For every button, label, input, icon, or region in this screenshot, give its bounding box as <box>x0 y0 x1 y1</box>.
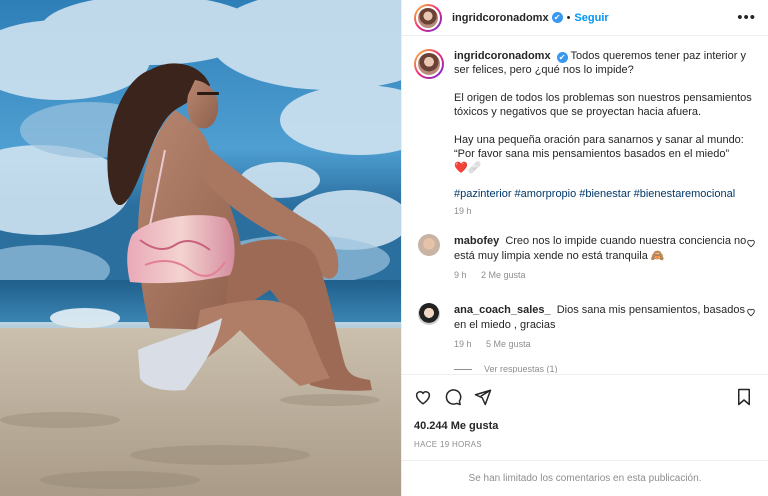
caption-username[interactable]: ingridcoronadomx <box>454 50 551 62</box>
post-photo[interactable] <box>0 0 401 496</box>
follow-button[interactable]: Seguir <box>574 12 608 24</box>
comments-scroll-area[interactable]: ingridcoronadomx ✔ Todos queremos tener … <box>402 37 768 373</box>
verified-badge-icon: ✔ <box>551 12 563 23</box>
caption-text: ingridcoronadomx ✔ Todos queremos tener … <box>454 49 754 218</box>
bookmark-save-icon[interactable] <box>736 388 752 406</box>
hashtag-link[interactable]: #bienestar <box>579 188 630 200</box>
instagram-post-view: ingridcoronadomx ✔ • Seguir ••• ingridco… <box>0 0 768 496</box>
post-actions: 40.244 Me gusta HACE 19 HORAS <box>402 374 768 449</box>
author-avatar[interactable] <box>414 3 442 32</box>
caption-time[interactable]: 19 h <box>454 204 754 218</box>
caption-paragraph-3b: “Por favor sana mis pensamientos basados… <box>454 148 730 160</box>
heart-outline-icon[interactable] <box>746 307 756 317</box>
caption-hashtags: #pazinterior #amorpropio #bienestar #bienes… <box>454 187 754 201</box>
comment-likes[interactable]: 2 Me gusta <box>481 270 526 280</box>
post-side-panel: ingridcoronadomx ✔ • Seguir ••• ingridco… <box>401 0 768 496</box>
comment-item: ana_coach_sales_ Dios sana mis pensamien… <box>414 303 756 352</box>
caption-author-avatar[interactable] <box>414 49 444 79</box>
caption-emojis: ❤️🩹 <box>454 162 482 174</box>
separator-dot: • <box>566 11 571 24</box>
hashtag-link[interactable]: #amorpropio <box>514 188 576 200</box>
commenter-avatar[interactable] <box>418 303 440 325</box>
commenter-username[interactable]: mabofey <box>454 235 499 247</box>
verified-badge-icon: ✔ <box>556 52 568 63</box>
comments-limited-notice: Se han limitado los comentarios en esta … <box>402 460 768 496</box>
hashtag-link[interactable]: #pazinterior <box>454 188 511 200</box>
comment-bubble-icon[interactable] <box>444 388 462 406</box>
more-options-icon[interactable]: ••• <box>737 9 756 26</box>
author-username[interactable]: ingridcoronadomx <box>452 12 549 24</box>
comment-item: mabofey Creo nos lo impide cuando nuestr… <box>414 234 756 283</box>
like-heart-icon[interactable] <box>414 388 432 406</box>
view-replies-button[interactable]: Ver respuestas (1) <box>454 364 756 373</box>
beach-photo-illustration <box>0 0 401 496</box>
commenter-avatar[interactable] <box>418 234 440 256</box>
comment-time[interactable]: 19 h <box>454 339 472 349</box>
share-send-icon[interactable] <box>474 388 492 406</box>
post-timestamp[interactable]: HACE 19 HORAS <box>414 440 756 449</box>
caption-paragraph-3a: Hay una pequeña oración para sanarnos y … <box>454 134 744 146</box>
view-replies-label: Ver respuestas (1) <box>484 364 558 373</box>
caption-paragraph-2: El origen de todos los problemas son nue… <box>454 92 752 118</box>
replies-divider <box>454 368 472 370</box>
heart-outline-icon[interactable] <box>746 238 756 248</box>
hashtag-link[interactable]: #bienestaremocional <box>634 188 736 200</box>
comment-time[interactable]: 9 h <box>454 270 467 280</box>
likes-count[interactable]: 40.244 Me gusta <box>414 420 756 432</box>
post-header: ingridcoronadomx ✔ • Seguir ••• <box>402 0 768 36</box>
commenter-username[interactable]: ana_coach_sales_ <box>454 304 551 316</box>
comment-likes[interactable]: 5 Me gusta <box>486 339 531 349</box>
caption: ingridcoronadomx ✔ Todos queremos tener … <box>414 49 756 218</box>
